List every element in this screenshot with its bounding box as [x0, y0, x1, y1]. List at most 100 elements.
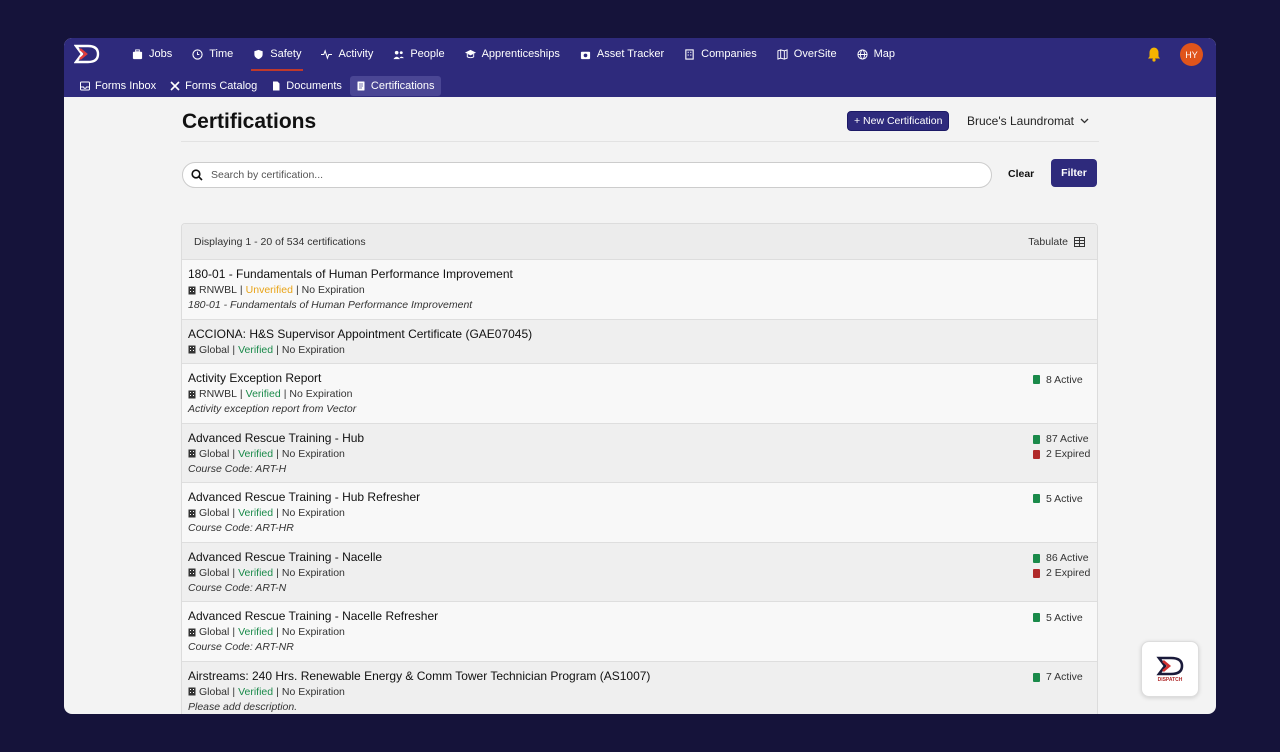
- nav-time-label: Time: [209, 48, 234, 60]
- dispatch-help-widget[interactable]: DISPATCH: [1141, 641, 1199, 697]
- dispatch-logo-icon[interactable]: [74, 44, 100, 64]
- cert-description: Course Code: ART-N: [188, 581, 287, 594]
- new-certification-button[interactable]: + New Certification: [847, 111, 950, 131]
- tabulate-button[interactable]: Tabulate: [1028, 236, 1085, 248]
- building-icon: [188, 568, 196, 577]
- active-doc-icon: [1033, 375, 1040, 384]
- nav-companies-label: Companies: [701, 48, 757, 60]
- cert-meta: Global | Verified | No Expiration: [188, 626, 1091, 638]
- meta-separator: |: [232, 447, 236, 460]
- meta-separator: |: [239, 388, 243, 400]
- certificate-icon: [357, 81, 365, 91]
- expired-doc-icon: [1033, 449, 1040, 459]
- meta-separator: |: [276, 343, 279, 356]
- panel-header: Displaying 1 - 20 of 534 certifications …: [182, 224, 1097, 260]
- top-navbar: Jobs Time Safety Activity People Apprent…: [64, 38, 1216, 97]
- nav-jobs-label: Jobs: [149, 48, 173, 60]
- active-doc-icon: [1033, 494, 1040, 503]
- cert-expiration: No Expiration: [281, 343, 345, 356]
- nav-jobs[interactable]: Jobs: [122, 38, 182, 70]
- chevron-down-icon: [1080, 118, 1089, 124]
- nav-people[interactable]: People: [383, 38, 454, 70]
- cert-expiration: No Expiration: [281, 447, 345, 460]
- table-icon: [1074, 236, 1085, 247]
- subnav-documents[interactable]: Documents: [265, 76, 348, 96]
- expired-doc-icon: [1033, 568, 1040, 578]
- active-count[interactable]: 86 Active: [1033, 551, 1090, 566]
- list-item[interactable]: Airstreams: 240 Hrs. Renewable Energy & …: [182, 661, 1097, 714]
- nav-asset-tracker[interactable]: Asset Tracker: [570, 38, 674, 70]
- active-count[interactable]: 7 Active: [1033, 670, 1083, 685]
- cert-meta: Global | Verified | No Expiration: [188, 686, 1091, 698]
- active-doc-icon: [1033, 613, 1040, 622]
- nav-safety[interactable]: Safety: [243, 38, 311, 71]
- cert-stats: 86 Active 2 Expired: [1033, 551, 1090, 581]
- pulse-icon: [321, 48, 333, 60]
- list-item[interactable]: Activity Exception Report RNWBL | Verifie…: [182, 364, 1097, 424]
- cert-status: Unverified: [245, 284, 293, 296]
- expired-count[interactable]: 2 Expired: [1033, 566, 1090, 581]
- cert-org: Global: [199, 626, 230, 638]
- nav-activity[interactable]: Activity: [311, 38, 383, 70]
- active-count[interactable]: 8 Active: [1033, 372, 1083, 387]
- people-icon: [393, 50, 405, 59]
- subnav-forms-inbox-label: Forms Inbox: [95, 80, 157, 92]
- active-count-label: 5 Active: [1046, 611, 1083, 624]
- subnav-documents-label: Documents: [286, 80, 342, 92]
- cert-description: 180-01 - Fundamentals of Human Performan…: [188, 299, 473, 311]
- nav-time[interactable]: Time: [182, 38, 243, 70]
- subnav-forms-catalog[interactable]: Forms Catalog: [164, 76, 263, 96]
- graduation-cap-icon: [464, 49, 476, 58]
- nav-asset-tracker-label: Asset Tracker: [596, 48, 665, 60]
- list-item[interactable]: Advanced Rescue Training - Nacelle Refre…: [182, 602, 1097, 662]
- cert-expiration: No Expiration: [281, 566, 345, 579]
- meta-separator: |: [232, 566, 236, 579]
- active-doc-icon: [1033, 672, 1040, 682]
- cert-stats: 5 Active: [1033, 491, 1083, 506]
- subnav-forms-inbox[interactable]: Forms Inbox: [74, 76, 162, 96]
- cert-meta: Global | Verified | No Expiration: [188, 448, 1091, 460]
- cert-stats: 5 Active: [1033, 610, 1083, 625]
- active-count-label: 5 Active: [1046, 492, 1083, 505]
- inbox-icon: [80, 81, 90, 91]
- clear-button[interactable]: Clear: [1008, 168, 1034, 180]
- list-item[interactable]: 180-01 - Fundamentals of Human Performan…: [182, 260, 1097, 320]
- cert-status: Verified: [238, 566, 274, 579]
- cert-stats: 87 Active 2 Expired: [1033, 432, 1090, 462]
- expired-count[interactable]: 2 Expired: [1033, 447, 1090, 462]
- bell-icon[interactable]: [1146, 46, 1162, 62]
- search-input[interactable]: [211, 169, 971, 181]
- certifications-panel: Displaying 1 - 20 of 534 certifications …: [181, 223, 1098, 714]
- list-item[interactable]: Advanced Rescue Training - Nacelle Globa…: [182, 542, 1097, 602]
- building-icon: [188, 628, 196, 636]
- nav-map[interactable]: Map: [847, 38, 905, 70]
- results-count: Displaying 1 - 20 of 534 certifications: [194, 235, 366, 248]
- clock-icon: [192, 48, 203, 60]
- building-icon: [188, 286, 196, 294]
- list-item[interactable]: ACCIONA: H&S Supervisor Appointment Cert…: [182, 319, 1097, 364]
- meta-separator: |: [283, 388, 287, 400]
- nav-apprenticeships[interactable]: Apprenticeships: [455, 38, 570, 70]
- nav-companies[interactable]: Companies: [674, 38, 767, 70]
- page-title: Certifications: [182, 110, 317, 133]
- meta-separator: |: [276, 685, 279, 698]
- subnav-certifications[interactable]: Certifications: [349, 76, 441, 96]
- list-item[interactable]: Advanced Rescue Training - Hub Global | V…: [182, 423, 1097, 483]
- user-avatar[interactable]: HY: [1180, 43, 1203, 66]
- list-item[interactable]: Advanced Rescue Training - Hub Refresher…: [182, 483, 1097, 543]
- nav-oversite[interactable]: OverSite: [767, 38, 847, 70]
- cert-stats: 7 Active: [1033, 670, 1083, 685]
- meta-separator: |: [276, 447, 279, 460]
- meta-separator: |: [232, 343, 236, 356]
- meta-separator: |: [276, 507, 279, 519]
- active-count[interactable]: 87 Active: [1033, 432, 1090, 447]
- active-count[interactable]: 5 Active: [1033, 491, 1083, 506]
- cert-meta: RNWBL | Unverified | No Expiration: [188, 284, 1091, 296]
- dispatch-logo-icon: [1156, 656, 1184, 675]
- cert-title: ACCIONA: H&S Supervisor Appointment Cert…: [188, 326, 533, 341]
- company-select[interactable]: Bruce's Laundromat: [967, 114, 1089, 128]
- cert-meta: RNWBL | Verified | No Expiration: [188, 388, 1091, 400]
- active-count[interactable]: 5 Active: [1033, 610, 1083, 625]
- filter-button[interactable]: Filter: [1051, 159, 1097, 187]
- cert-description: Please add description.: [188, 700, 298, 713]
